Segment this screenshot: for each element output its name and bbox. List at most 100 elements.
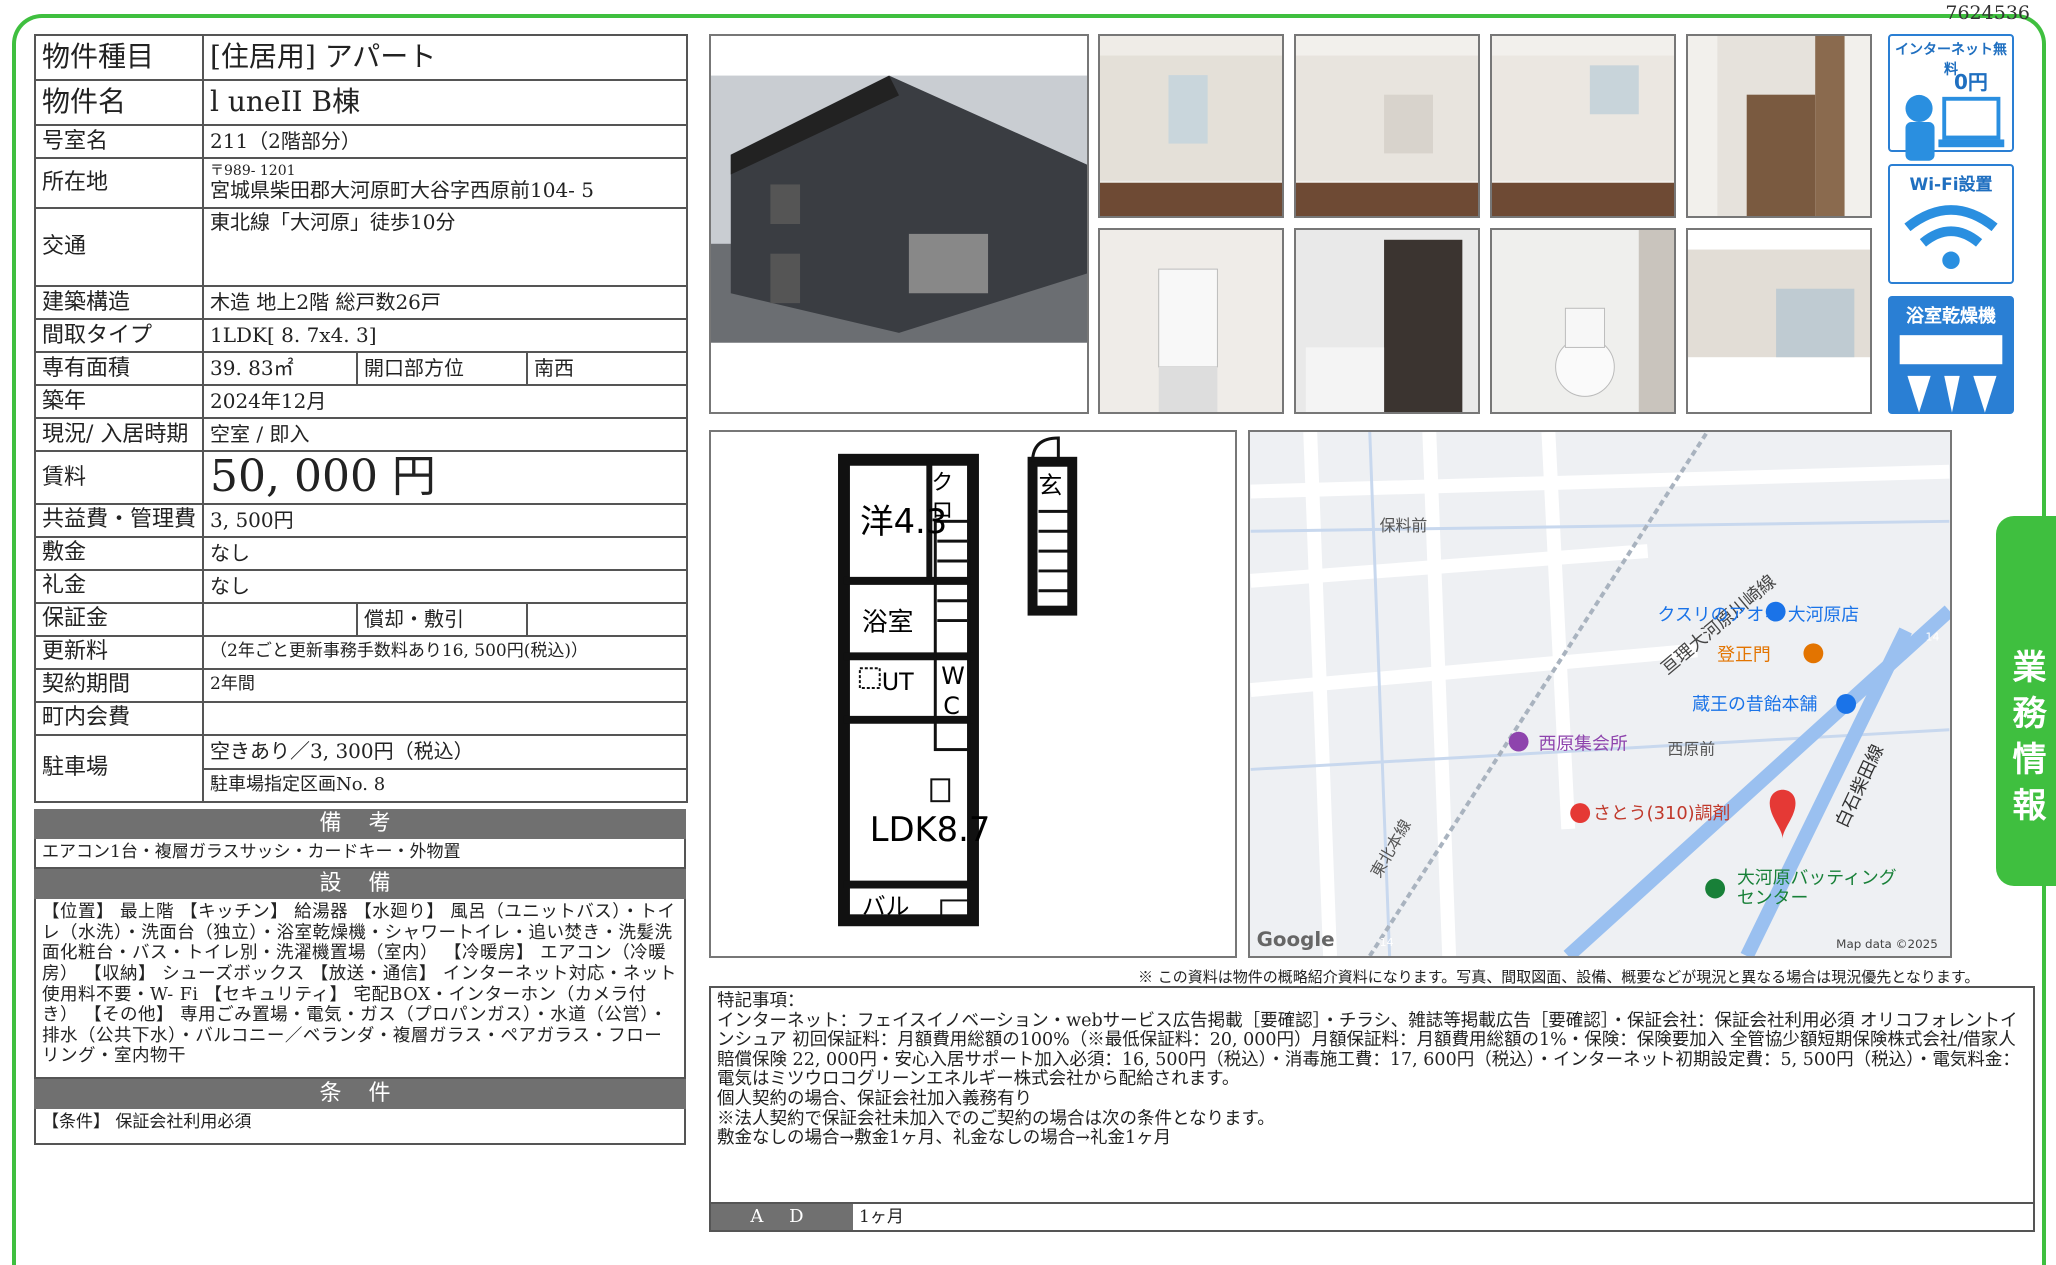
name-label: 物件名 [34, 79, 204, 126]
ldk-label: LDK8.7 [870, 810, 991, 849]
built-label: 築年 [34, 384, 204, 419]
internet-free-badge: インターネット無料 0円 [1888, 34, 2014, 161]
map-label-drugstore: クスリのアオキ 大河原店 [1658, 605, 1860, 626]
contract-label: 契約期間 [34, 667, 204, 703]
entrance-label: 玄 [1039, 472, 1063, 500]
ad-row: A D 1ヶ月 [711, 1202, 2033, 1230]
map-label-batting-1: 大河原バッティング [1737, 868, 1897, 889]
location-map[interactable]: 保料前 亘理大河原川崎線 クスリのアオキ 大河原店 登正門 蔵王の昔飴本舗 西原… [1248, 430, 1952, 958]
pharmacy-marker-icon[interactable] [1570, 803, 1591, 824]
special-notes-deposit: 敷金なしの場合→敷金1ヶ月、礼金なしの場合→礼金1ヶ月 [717, 1128, 1172, 1149]
map-route-14-b: 14 [1380, 936, 1394, 949]
document-id: 7624536 [1945, 2, 2030, 24]
postal-code: 〒989- 1201 [210, 162, 296, 179]
amort-label: 償却・敷引 [356, 601, 528, 637]
remarks-heading: 備 考 [34, 809, 686, 839]
bath-dryer-label: 浴室乾燥機 [1906, 306, 1996, 327]
closet-label-2: ロ [931, 498, 953, 523]
map-label-pharmacy: さとう(310)調剤 [1593, 803, 1730, 824]
special-notes-title: 特記事項： [717, 991, 805, 1011]
town-fee-label: 町内会費 [34, 700, 204, 736]
building-exterior-photo [709, 34, 1089, 414]
business-info-tab[interactable]: 業務情報 [1996, 516, 2056, 886]
access-label: 交通 [34, 207, 204, 287]
map-copyright: Map data ©2025 [1836, 937, 1938, 951]
restaurant-marker-icon[interactable] [1803, 643, 1824, 664]
parking-label: 駐車場 [34, 733, 204, 803]
facilities-heading: 設 備 [34, 869, 686, 899]
laundry-icon [1899, 335, 2003, 413]
area-value: 39. 83㎡ [202, 351, 358, 386]
key-money-value: なし [201, 568, 689, 604]
map-label-zao-candy: 蔵王の昔飴本舗 [1692, 694, 1817, 715]
internet-price: 0円 [1954, 70, 1988, 94]
deposit-value: なし [201, 535, 689, 571]
parking-value: 空きあり／3, 300円（税込） [201, 733, 689, 770]
special-notes-box: 特記事項： インターネット：フェイスイノベーション・webサービス広告掲載［要確… [709, 986, 2035, 1232]
map-label-hoshinamae: 保料前 [1380, 516, 1428, 535]
closet-photo [1686, 34, 1872, 218]
balcony-view-photo [1686, 228, 1872, 414]
fee-label: 共益費・管理費 [34, 502, 204, 538]
status-label: 現況/ 入居時期 [34, 417, 204, 452]
ut-label: UT [882, 668, 914, 696]
hall-marker-icon[interactable] [1508, 731, 1529, 752]
key-money-label: 礼金 [34, 568, 204, 604]
layout-value: 1LDK[ 8. 7x4. 3] [201, 318, 689, 353]
closet-label-1: ク [931, 471, 953, 496]
property-spec-table: 物件種目 [住居用] アパート 物件名 l uneII B棟 号室名 211（2階部分… [34, 34, 689, 803]
toilet-photo [1490, 228, 1676, 414]
wc-label-2: C [943, 692, 960, 720]
internet-free-label: インターネット無料 [1895, 42, 2007, 78]
direction-value: 南西 [525, 351, 689, 386]
interior-photo-1 [1098, 34, 1284, 218]
amort-value [525, 601, 689, 637]
type-label: 物件種目 [34, 34, 204, 81]
remarks-text: エアコン1台・複層ガラスサッシ・カードキー・外物置 [34, 839, 686, 869]
map-label-batting-2: センター [1737, 887, 1808, 908]
contract-value: 2年間 [201, 667, 689, 703]
area-label: 専有面積 [34, 351, 204, 386]
batting-marker-icon[interactable] [1705, 878, 1726, 899]
map-label-nishiharamae: 西原前 [1667, 740, 1715, 759]
shop-marker-icon[interactable] [1836, 694, 1857, 714]
built-value: 2024年12月 [201, 384, 689, 419]
interior-photo-3 [1490, 34, 1676, 218]
map-label-nishihara-hall: 西原集会所 [1538, 734, 1627, 755]
guarantee-label: 保証金 [34, 601, 204, 637]
special-notes-text: インターネット：フェイスイノベーション・webサービス広告掲載［要確認］・チラシ… [717, 1010, 2020, 1090]
special-notes-corporate: ※法人契約で保証会社未加入でのご契約の場合は次の条件となります。 [717, 1108, 1275, 1129]
map-route-14-a: 14 [1926, 630, 1940, 643]
address-label: 所在地 [34, 157, 204, 209]
facilities-text: 【位置】 最上階 【キッチン】 給湯器 【水廻り】 風呂（ユニットバス）・トイレ… [34, 899, 686, 1079]
name-value: l uneII B棟 [201, 79, 689, 126]
status-value: 空室 / 即入 [201, 417, 689, 452]
wifi-label: Wi-Fi設置 [1909, 175, 1993, 195]
ad-label: A D [711, 1204, 853, 1230]
conditions-text: 【条件】 保証会社利用必須 [34, 1109, 686, 1145]
bath-label: 浴室 [862, 607, 914, 637]
google-logo: Google [1257, 928, 1335, 951]
washbasin-photo [1098, 228, 1284, 414]
room-value: 211（2階部分） [201, 124, 689, 159]
renewal-label: 更新料 [34, 634, 204, 670]
rent-value: 50, 000 円 [201, 450, 689, 505]
structure-label: 建築構造 [34, 285, 204, 320]
address-cell: 〒989- 1201 宮城県柴田郡大河原町大谷字西原前104- 5 [201, 157, 689, 209]
conditions-heading: 条 件 [34, 1079, 686, 1109]
floor-plan: 洋4.3 ク ロ 玄 浴室 UT W C LDK8.7 バル [709, 430, 1237, 958]
type-value: [住居用] アパート [201, 34, 689, 81]
disclaimer-note: ※ この資料は物件の概略紹介資料になります。写真、間取図面、設備、概要などが現況… [1138, 968, 1980, 986]
structure-value: 木造 地上2階 総戸数26戸 [201, 285, 689, 320]
access-value: 東北線「大河原」徒歩10分 [201, 207, 689, 287]
wifi-icon [1904, 205, 1998, 269]
balcony-label: バル [862, 892, 910, 920]
wc-label-1: W [941, 662, 965, 690]
bathroom-photo [1294, 228, 1480, 414]
store-marker-icon[interactable] [1765, 601, 1786, 622]
fee-value: 3, 500円 [201, 502, 689, 538]
interior-photo-2 [1294, 34, 1480, 218]
renewal-value: （2年ごと更新事務手数料あり16, 500円(税込)） [201, 634, 689, 670]
laptop-icon [1905, 94, 2005, 161]
town-fee-value [201, 700, 689, 736]
